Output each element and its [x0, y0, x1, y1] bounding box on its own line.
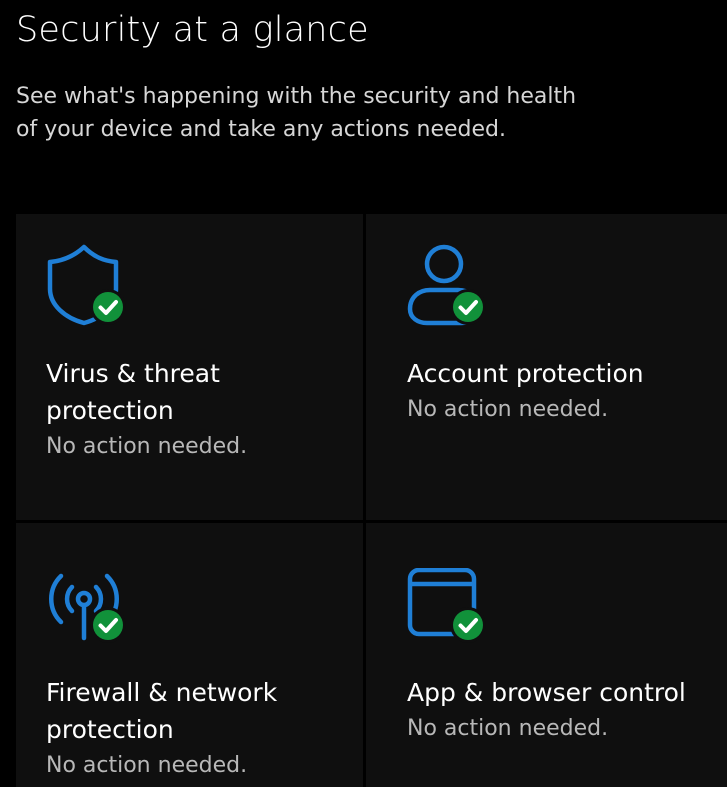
- page-subtitle-line-2: of your device and take any actions need…: [16, 117, 506, 142]
- tile-title-line-1: Firewall & network: [46, 678, 278, 707]
- tile-status: No action needed.: [407, 716, 609, 741]
- antenna-icon: [49, 573, 126, 643]
- tile-title: Virus & threat protection No action need…: [46, 355, 346, 465]
- page-subtitle: See what's happening with the security a…: [16, 80, 616, 146]
- page-title: Security at a glance: [16, 10, 369, 50]
- check-badge-icon: [450, 289, 486, 325]
- tile-title-line-2: protection: [46, 396, 174, 425]
- tile-account-protection[interactable]: Account protection No action needed.: [366, 214, 727, 520]
- check-badge-icon: [90, 607, 126, 643]
- tile-status: No action needed.: [46, 434, 248, 459]
- tile-title: App & browser control No action needed.: [407, 674, 707, 747]
- page-subtitle-line-1: See what's happening with the security a…: [16, 84, 577, 109]
- tile-status: No action needed.: [407, 397, 609, 422]
- tile-title: Firewall & network protection No action …: [46, 674, 346, 784]
- tile-title: Account protection No action needed.: [407, 355, 707, 428]
- check-badge-icon: [90, 289, 126, 325]
- tile-title-line-1: Virus & threat: [46, 359, 220, 388]
- tile-status: No action needed.: [46, 753, 248, 778]
- browser-window-icon: [407, 568, 486, 643]
- tile-app-browser-control[interactable]: App & browser control No action needed.: [366, 523, 727, 787]
- tile-title-line-2: protection: [46, 715, 174, 744]
- tile-firewall-network-protection[interactable]: Firewall & network protection No action …: [16, 523, 363, 787]
- tile-title-line-1: Account protection: [407, 359, 644, 388]
- tile-virus-threat-protection[interactable]: Virus & threat protection No action need…: [16, 214, 363, 520]
- shield-icon: [47, 244, 126, 326]
- check-badge-icon: [450, 607, 486, 643]
- tile-title-line-1: App & browser control: [407, 678, 686, 707]
- person-icon: [407, 244, 486, 326]
